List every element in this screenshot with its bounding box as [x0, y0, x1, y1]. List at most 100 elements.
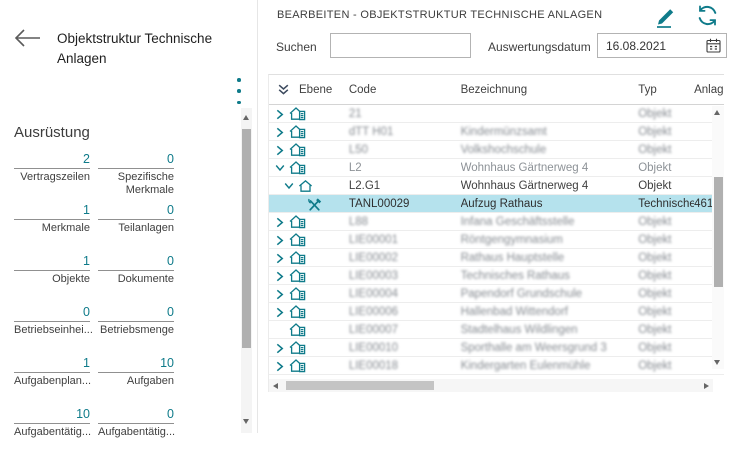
- table-row-LIE00007[interactable]: LIE00007Stadtelhaus WildlingenObjekt: [269, 321, 724, 339]
- cue-value[interactable]: 0: [98, 254, 174, 271]
- collapse-all-icon[interactable]: [277, 83, 290, 96]
- expand-chevron-icon[interactable]: [275, 307, 285, 317]
- cue-label: Vertragszeilen: [14, 169, 90, 184]
- table-row-L50[interactable]: L50VolkshochschuleObjekt: [269, 141, 724, 159]
- table-row-L2.G1[interactable]: L2.G1Wohnhaus Gärtnerweg 4Objekt: [269, 177, 724, 195]
- code-cell: L2.G1: [349, 180, 461, 192]
- left-scrollbar-thumb[interactable]: [242, 129, 251, 348]
- table-header: Ebene Code Bezeichnung Typ Anlage: [269, 75, 724, 105]
- tree-cell: [269, 215, 349, 229]
- table-row-dTT H01[interactable]: dTT H01KindermünzsamtObjekt: [269, 123, 724, 141]
- cue-value[interactable]: 0: [98, 203, 174, 220]
- cue-value[interactable]: 0: [98, 152, 174, 169]
- bezeichnung-cell: Infana Geschäftsstelle: [461, 216, 639, 228]
- tree-cell: [269, 161, 349, 175]
- house-doc-icon: [289, 143, 306, 157]
- cue-label: Objekte: [14, 271, 90, 286]
- table-row-LIE00004[interactable]: LIE00004Papendorf GrundschuleObjekt: [269, 285, 724, 303]
- cue-label: Aufgabenplan...: [14, 373, 90, 388]
- house-icon: [298, 179, 315, 193]
- house-doc-icon: [289, 287, 306, 301]
- scroll-down-icon[interactable]: [243, 419, 249, 424]
- code-cell: L50: [349, 144, 461, 156]
- table-row-L88[interactable]: L88Infana GeschäftsstelleObjekt: [269, 213, 724, 231]
- cue-value[interactable]: 1: [14, 203, 90, 220]
- tree-cell: [269, 305, 349, 319]
- collapse-chevron-icon[interactable]: [275, 163, 285, 173]
- house-doc-icon: [289, 125, 306, 139]
- column-header-bezeichnung[interactable]: Bezeichnung: [461, 84, 639, 96]
- typ-cell: Objekt: [638, 162, 694, 174]
- scroll-up-icon[interactable]: [243, 115, 249, 120]
- typ-cell: Objekt: [638, 342, 694, 354]
- cue-value[interactable]: 1: [14, 356, 90, 373]
- bezeichnung-cell: Volkshochschule: [461, 144, 639, 156]
- expand-chevron-icon[interactable]: [275, 289, 285, 299]
- expand-chevron-icon[interactable]: [275, 217, 285, 227]
- bezeichnung-cell: Hallenbad Wittendorf: [461, 306, 639, 318]
- code-cell: LIE00004: [349, 288, 461, 300]
- horizontal-scrollbar-thumb[interactable]: [286, 381, 434, 390]
- table-row-L2[interactable]: L2Wohnhaus Gärtnerweg 4Objekt: [269, 159, 724, 177]
- cue-value[interactable]: 0: [98, 305, 174, 322]
- column-header-ebene[interactable]: Ebene: [299, 84, 332, 96]
- cue-stat-6: 0Betriebseinhei...: [14, 305, 90, 337]
- cue-label: Merkmale: [14, 220, 90, 235]
- expand-chevron-icon[interactable]: [275, 235, 285, 245]
- more-options-button[interactable]: [234, 78, 244, 104]
- date-field[interactable]: [597, 33, 727, 58]
- expand-chevron-icon[interactable]: [275, 253, 285, 263]
- table-row-21[interactable]: 21Objekt: [269, 105, 724, 123]
- expand-chevron-icon[interactable]: [275, 127, 285, 137]
- table-row-LIE00001[interactable]: LIE00001RöntgengymnasiumObjekt: [269, 231, 724, 249]
- scroll-left-icon[interactable]: [273, 383, 278, 389]
- scroll-up-icon[interactable]: [714, 110, 720, 115]
- column-header-typ[interactable]: Typ: [638, 84, 694, 96]
- dialog-title: BEARBEITEN - OBJEKTSTRUKTUR TECHNISCHE A…: [277, 9, 602, 21]
- tree-cell: [269, 359, 349, 373]
- search-input[interactable]: [330, 33, 471, 58]
- expand-chevron-icon[interactable]: [275, 361, 285, 371]
- collapse-chevron-icon[interactable]: [284, 181, 294, 191]
- expand-chevron-icon[interactable]: [275, 109, 285, 119]
- house-doc-icon: [289, 359, 306, 373]
- date-input[interactable]: [598, 39, 705, 53]
- scroll-down-icon[interactable]: [714, 360, 720, 365]
- cue-value[interactable]: 10: [98, 356, 174, 373]
- section-title: Ausrüstung: [14, 124, 90, 141]
- cue-stat-9: 10Aufgaben: [98, 356, 174, 388]
- left-panel-scrollbar[interactable]: [241, 108, 252, 433]
- cue-value[interactable]: 2: [14, 152, 90, 169]
- back-button[interactable]: [13, 27, 41, 49]
- table-row-TANL00029[interactable]: TANL00029Aufzug RathausTechnische...461.: [269, 195, 724, 213]
- code-cell: L88: [349, 216, 461, 228]
- expand-chevron-icon[interactable]: [275, 271, 285, 281]
- table-row-LIE00018[interactable]: LIE00018Kindergarten EulenmühleObjekt: [269, 357, 724, 375]
- table-vertical-scrollbar[interactable]: [712, 106, 724, 369]
- typ-cell: Objekt: [638, 216, 694, 228]
- table-row-LIE00010[interactable]: LIE00010Sporthalle am Weersgrund 3Objekt: [269, 339, 724, 357]
- scroll-right-icon[interactable]: [704, 383, 709, 389]
- expand-chevron-icon[interactable]: [275, 343, 285, 353]
- column-header-code[interactable]: Code: [349, 84, 461, 96]
- table-row-LIE00003[interactable]: LIE00003Technisches RathausObjekt: [269, 267, 724, 285]
- table-row-LIE00006[interactable]: LIE00006Hallenbad WittendorfObjekt: [269, 303, 724, 321]
- calendar-icon[interactable]: [705, 37, 722, 54]
- cue-value[interactable]: 0: [14, 305, 90, 322]
- cue-value[interactable]: 10: [14, 407, 90, 424]
- house-doc-icon: [289, 269, 306, 283]
- edit-button[interactable]: [653, 3, 679, 29]
- tree-cell: [269, 179, 349, 193]
- refresh-button[interactable]: [695, 3, 721, 29]
- tools-icon: [307, 197, 324, 211]
- table-horizontal-scrollbar[interactable]: [269, 379, 713, 392]
- house-doc-icon: [289, 161, 306, 175]
- cue-value[interactable]: 0: [98, 407, 174, 424]
- expand-chevron-icon[interactable]: [275, 145, 285, 155]
- vertical-scrollbar-thumb[interactable]: [714, 177, 723, 287]
- table-row-LIE00002[interactable]: LIE00002Rathaus HauptstelleObjekt: [269, 249, 724, 267]
- cue-stat-8: 1Aufgabenplan...: [14, 356, 90, 388]
- search-label: Suchen: [276, 40, 317, 54]
- column-header-anlage[interactable]: Anlage: [694, 84, 724, 96]
- cue-value[interactable]: 1: [14, 254, 90, 271]
